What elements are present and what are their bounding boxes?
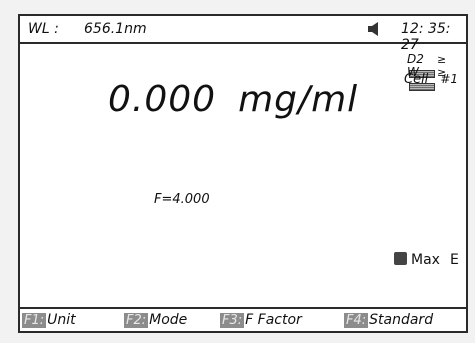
f2-label: Mode (149, 312, 188, 328)
function-key-bar: F1: Unit F2: Mode F3: F Factor F4: Standard (20, 307, 466, 331)
measurement-reading: 0.000 mg/ml (108, 79, 358, 120)
wavelength-value: 656.1nm (84, 21, 147, 37)
f3-key-tag: F3: (220, 313, 245, 328)
cell-indicator: Cell #1 (404, 72, 458, 87)
wavelength-label: WL : (28, 21, 59, 37)
cell-label: Cell (404, 72, 429, 87)
f1-unit-button[interactable]: F1: Unit (22, 312, 76, 328)
toggle-icon (394, 252, 407, 265)
f4-label: Standard (369, 312, 434, 328)
measurement-value: 0.000 (108, 79, 217, 120)
clock: 12: 35: 27 (401, 21, 451, 53)
f2-mode-button[interactable]: F2: Mode (124, 312, 187, 328)
f1-key-tag: F1: (22, 313, 47, 328)
instrument-screen: WL : 656.1nm 12: 35: 27 0.000 mg/ml D2 ≥ W… (18, 14, 468, 333)
f4-standard-button[interactable]: F4: Standard (344, 312, 433, 328)
mode-value: E (449, 252, 459, 268)
cell-number: #1 (440, 72, 459, 86)
lamp-label: D2 (407, 52, 424, 66)
status-bar: WL : 656.1nm 12: 35: 27 (20, 16, 466, 53)
measurement-unit: mg/ml (238, 79, 359, 120)
f2-key-tag: F2: (124, 313, 149, 328)
f1-label: Unit (47, 312, 76, 328)
max-mode-indicator: Max E (394, 252, 459, 268)
f4-key-tag: F4: (344, 313, 369, 328)
f3-factor-button[interactable]: F3: F Factor (220, 312, 302, 328)
speaker-icon (368, 22, 378, 36)
factor-value: F=4.000 (154, 192, 210, 207)
f3-label: F Factor (245, 312, 302, 328)
max-label: Max (411, 252, 440, 268)
